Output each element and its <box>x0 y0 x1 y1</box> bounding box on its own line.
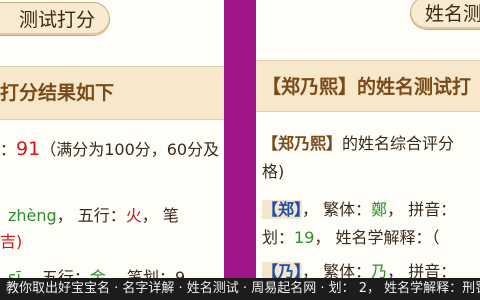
char1-stroke-line: 划：19， 姓名学解释：（ <box>262 228 440 247</box>
score-note: （满分为100分，60分及 <box>40 140 220 159</box>
score-line: ：91（满分为100分，60分及 <box>0 138 220 160</box>
name-test-header: 【郑乃熙】的姓名测试打 <box>256 60 480 112</box>
char1-info-line: zhèng， 五行：火， 笔 <box>8 206 179 225</box>
char1-detail-line: 【郑】， 繁体：鄭， 拼音： <box>262 200 457 219</box>
panel-divider <box>224 0 256 300</box>
score-value: 91 <box>16 138 41 160</box>
name-highlight: 【郑乃熙】 <box>262 134 343 153</box>
right-panel: 姓名测 【郑乃熙】的姓名测试打 【郑乃熙】的姓名综合评分 格) 【郑】， 繁体：… <box>256 0 480 300</box>
caption-bar: 教你取出好宝宝名 · 名字详解 · 姓名测试 · 周易起名网 · 划： 2， 姓… <box>0 278 480 300</box>
overall-score-tail: 格) <box>262 162 285 181</box>
char1-label: 【郑】 <box>262 200 303 219</box>
score-result-header: 打分结果如下 <box>0 66 224 120</box>
char1-pinyin: zhèng <box>8 206 57 225</box>
char1-traditional: 鄭 <box>371 200 388 219</box>
char1-wuxing: 火 <box>125 206 142 225</box>
char1-stroke-count: 19 <box>294 228 315 247</box>
overall-score-line: 【郑乃熙】的姓名综合评分 <box>262 134 455 153</box>
left-panel: 测试打分 打分结果如下 ：91（满分为100分，60分及 zhèng， 五行：火… <box>0 0 224 300</box>
char1-fortune: 吉) <box>0 232 23 251</box>
name-test-button[interactable]: 姓名测 <box>410 0 480 30</box>
test-score-button[interactable]: 测试打分 <box>0 2 110 36</box>
